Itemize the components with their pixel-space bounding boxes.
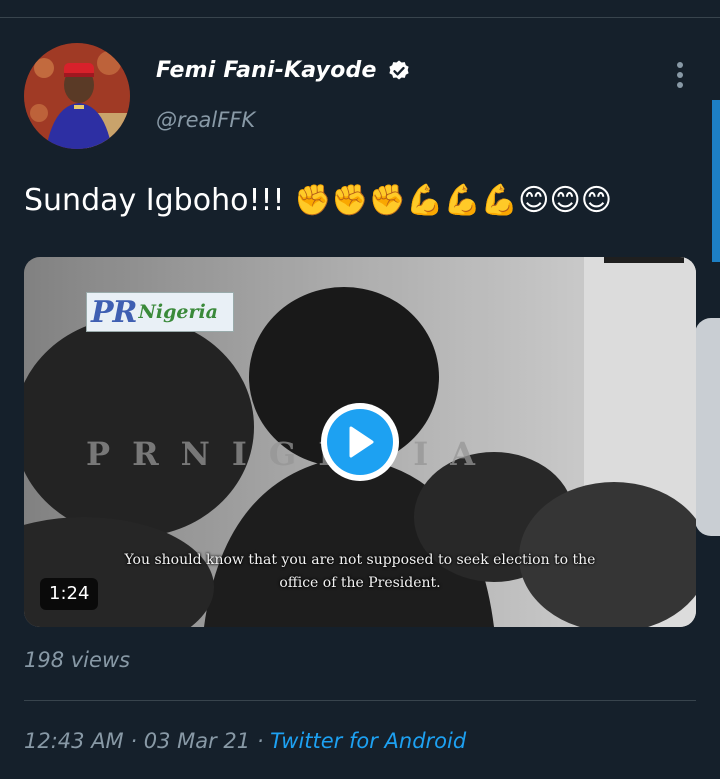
logo-pr: PR (91, 294, 137, 330)
top-divider (0, 17, 720, 18)
avatar-image (24, 43, 130, 149)
view-count: 198 views (24, 648, 131, 672)
subtitle-line-2: office of the President. (279, 575, 441, 591)
author-display-name[interactable]: Femi Fani-Kayode (156, 58, 377, 83)
tweet-text: Sunday Igboho!!! ✊✊✊💪💪💪😊😊😊 (24, 183, 613, 218)
play-button[interactable] (321, 403, 399, 481)
avatar[interactable] (24, 43, 130, 149)
logo-nigeria: Nigeria (138, 301, 219, 323)
video-watermark: PRNIGERIA (86, 435, 497, 473)
more-vertical-icon[interactable] (668, 60, 692, 90)
author-handle[interactable]: @realFFK (156, 108, 255, 132)
meta-separator: · (123, 729, 144, 753)
prnigeria-logo: PR Nigeria (86, 292, 234, 332)
verified-badge-icon (388, 60, 409, 79)
divider (24, 700, 696, 701)
tweet-source-link[interactable]: Twitter for Android (270, 729, 466, 753)
side-panel-handle[interactable] (695, 318, 720, 536)
tweet-time[interactable]: 12:43 AM (24, 729, 124, 753)
tweet-date[interactable]: 03 Mar 21 (144, 729, 250, 753)
tweet-metadata: 12:43 AM · 03 Mar 21 · Twitter for Andro… (24, 729, 466, 753)
video-subtitle: You should know that you are not suppose… (24, 549, 696, 595)
meta-separator: · (250, 729, 271, 753)
play-icon (349, 426, 374, 458)
video-player[interactable]: PR Nigeria PRNIGERIA You should know tha… (24, 257, 696, 627)
scrollbar[interactable] (712, 100, 720, 262)
subtitle-line-1: You should know that you are not suppose… (124, 552, 596, 568)
video-duration: 1:24 (40, 578, 99, 610)
